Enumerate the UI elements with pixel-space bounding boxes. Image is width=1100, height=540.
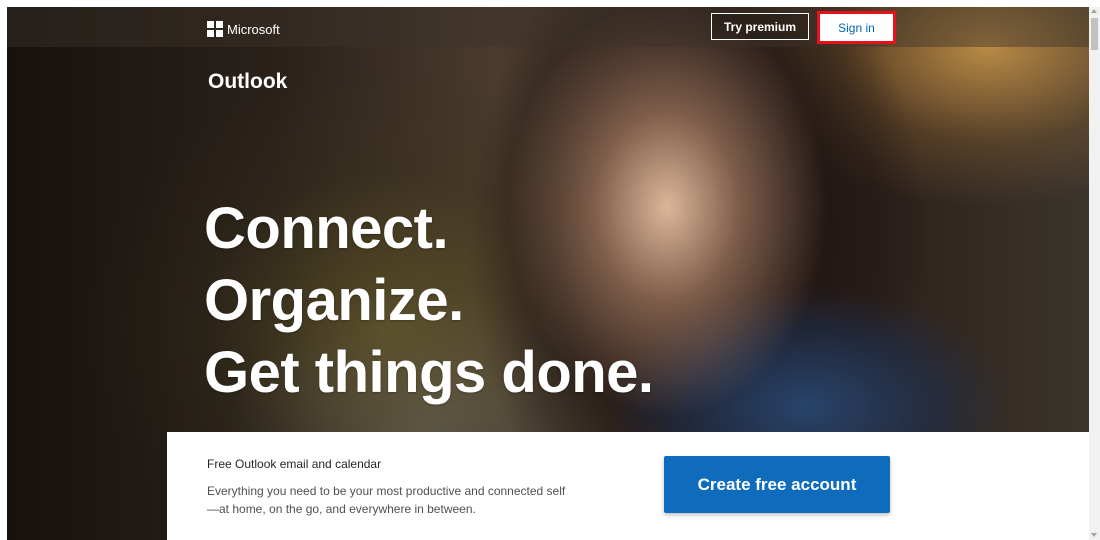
headline-line-organize: Organize. (204, 268, 464, 333)
microsoft-logo[interactable]: Microsoft (207, 21, 280, 37)
hero-headline: Connect. Organize. Get things done. (204, 193, 654, 409)
scroll-down-arrow-icon[interactable] (1091, 533, 1097, 537)
outlook-brand-title[interactable]: Outlook (208, 70, 287, 94)
windows-grid-icon (207, 21, 223, 37)
microsoft-logo-text: Microsoft (227, 21, 280, 37)
sign-in-button[interactable]: Sign in (838, 21, 875, 35)
scroll-up-arrow-icon[interactable] (1091, 9, 1097, 13)
sign-in-highlight-box: Sign in (817, 11, 896, 44)
headline-line-get-things-done: Get things done. (204, 340, 654, 405)
try-premium-button[interactable]: Try premium (711, 13, 809, 40)
headline-line-connect: Connect. (204, 196, 449, 261)
scrollbar-thumb[interactable] (1091, 18, 1098, 50)
create-free-account-button[interactable]: Create free account (664, 456, 890, 513)
top-navigation-bar: Microsoft Try premium Sign in (7, 7, 1089, 47)
promo-description: Everything you need to be your most prod… (207, 484, 566, 516)
promo-panel: Free Outlook email and calendar Everythi… (167, 432, 1089, 540)
promo-title: Free Outlook email and calendar (207, 457, 382, 471)
page-scrollbar[interactable] (1089, 7, 1100, 540)
